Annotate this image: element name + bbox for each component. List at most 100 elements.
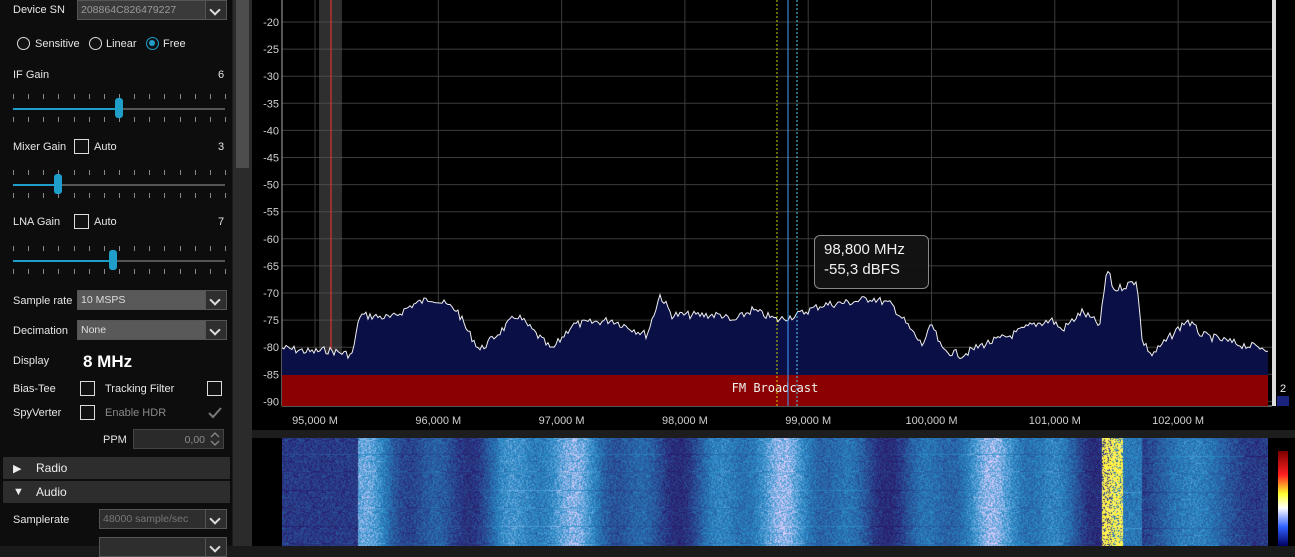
mode-free-radio[interactable]	[146, 37, 159, 50]
slider-tick	[225, 269, 226, 274]
slider-tick	[164, 170, 166, 175]
chevron-down-icon	[205, 1, 226, 19]
lna-gain-value: 7	[218, 216, 225, 228]
slider-tick	[179, 246, 181, 251]
sample-rate-select[interactable]: 10 MSPS	[77, 290, 227, 310]
audio-samplerate-label: Samplerate	[13, 514, 70, 526]
device-sn-value: 208864C826479227	[81, 4, 177, 16]
slider-tick	[164, 193, 166, 198]
y-tick-label: -90	[263, 396, 279, 408]
tracking-filter-checkbox[interactable]	[207, 381, 222, 396]
slider-tick	[194, 193, 196, 198]
slider-tick	[209, 94, 211, 99]
slider-tick	[73, 193, 75, 198]
decimation-value: None	[81, 324, 107, 336]
x-tick-label: 95,000 M	[292, 415, 338, 427]
fft-spectrum-plot[interactable]: -20 -25 -30 -35 -40 -45 -50 -55 -60 -65 -70 -75 -80 -…	[252, 0, 1295, 436]
waterfall-panel[interactable]	[252, 438, 1295, 546]
slider-tick	[88, 193, 90, 198]
slider-tick	[58, 246, 60, 251]
y-tick-label: -30	[263, 71, 279, 83]
sample-rate-label: Sample rate	[13, 295, 73, 307]
slider-tick	[13, 170, 14, 175]
mode-sensitive-radio[interactable]	[17, 37, 30, 50]
slider-tick	[103, 193, 105, 198]
slider-tick	[43, 193, 45, 198]
mode-linear-radio[interactable]	[89, 37, 102, 50]
y-tick-label: -75	[263, 315, 279, 327]
slider-tick	[164, 94, 166, 99]
source-sidebar: Device SN 208864C826479227 Sensitive Lin…	[0, 0, 232, 557]
spectrum-right-edge	[1272, 0, 1276, 406]
slider-tick	[179, 94, 181, 99]
ppm-spinbox[interactable]: 0,00	[133, 429, 224, 449]
slider-tick	[209, 246, 211, 251]
slider-handle[interactable]	[53, 174, 62, 194]
lna-gain-auto-label: Auto	[94, 216, 117, 228]
audio-samplerate-select[interactable]: 48000 sample/sec	[99, 509, 227, 529]
radio-section-header[interactable]: ▶ Radio	[3, 457, 230, 479]
slider-tick	[103, 94, 105, 99]
slider-tick	[73, 269, 75, 274]
slider-tick	[134, 193, 136, 198]
x-tick-label: 98,000 M	[662, 415, 708, 427]
ppm-label: PPM	[103, 434, 127, 446]
slider-tick	[225, 246, 226, 251]
y-tick-label: -35	[263, 98, 279, 110]
cursor-level: -55,3 dBFS	[824, 261, 900, 278]
slider-tick	[119, 193, 120, 198]
slider-tick	[194, 170, 196, 175]
slider-tick	[88, 269, 90, 274]
slider-handle[interactable]	[108, 250, 117, 270]
chevron-down-icon	[205, 321, 226, 339]
slider-tick	[209, 269, 211, 274]
slider-tick	[134, 170, 136, 175]
slider-tick	[225, 170, 226, 175]
slider-tick	[73, 170, 75, 175]
slider-tick	[194, 269, 196, 274]
slider-tick	[225, 193, 226, 198]
spectrum-canvas[interactable]: -20 -25 -30 -35 -40 -45 -50 -55 -60 -65 -70 -75 -80 -…	[252, 0, 1295, 436]
slider-tick	[88, 246, 90, 251]
slider-tick	[194, 94, 196, 99]
y-tick-label: -65	[263, 261, 279, 273]
spyverter-checkbox[interactable]	[80, 405, 95, 420]
mode-sensitive-label: Sensitive	[35, 38, 80, 50]
audio-device-select[interactable]	[99, 537, 227, 557]
slider-tick	[103, 269, 105, 274]
slider-tick	[13, 117, 14, 122]
mixer-gain-auto-checkbox[interactable]	[74, 139, 89, 154]
sidebar-scrollbar-thumb[interactable]	[236, 0, 249, 168]
y-tick-label: -45	[263, 153, 279, 165]
mode-free-label: Free	[163, 38, 186, 50]
y-tick-label: -55	[263, 207, 279, 219]
lna-gain-label: LNA Gain	[13, 216, 61, 228]
slider-handle[interactable]	[115, 98, 123, 118]
enable-hdr-checkbox[interactable]	[207, 405, 222, 420]
slider-tick	[28, 117, 30, 122]
slider-tick	[73, 117, 75, 122]
slider-tick	[134, 246, 136, 251]
lna-gain-auto-checkbox[interactable]	[74, 214, 89, 229]
chevron-down-icon	[205, 291, 226, 309]
audio-section-title: Audio	[36, 485, 67, 499]
band-label: FM Broadcast	[732, 381, 819, 395]
slider-tick	[134, 117, 136, 122]
decimation-select[interactable]: None	[77, 320, 227, 340]
device-sn-select[interactable]: 208864C826479227	[77, 0, 227, 20]
collapse-down-icon: ▼	[13, 486, 24, 498]
audio-section-header[interactable]: ▼ Audio	[3, 481, 230, 503]
slider-tick	[149, 246, 151, 251]
slider-fill	[13, 184, 58, 186]
radio-section-title: Radio	[36, 461, 68, 475]
display-bandwidth: 8 MHz	[83, 352, 133, 371]
mixer-gain-auto-label: Auto	[94, 141, 117, 153]
y-tick-label: -80	[263, 342, 279, 354]
waterfall-canvas[interactable]	[282, 438, 1268, 546]
slider-tick	[73, 94, 75, 99]
mixer-gain-value: 3	[218, 141, 225, 153]
x-tick-label: 99,000 M	[785, 415, 831, 427]
sample-rate-value: 10 MSPS	[81, 294, 126, 306]
bias-tee-checkbox[interactable]	[80, 381, 95, 396]
slider-tick	[119, 170, 120, 175]
